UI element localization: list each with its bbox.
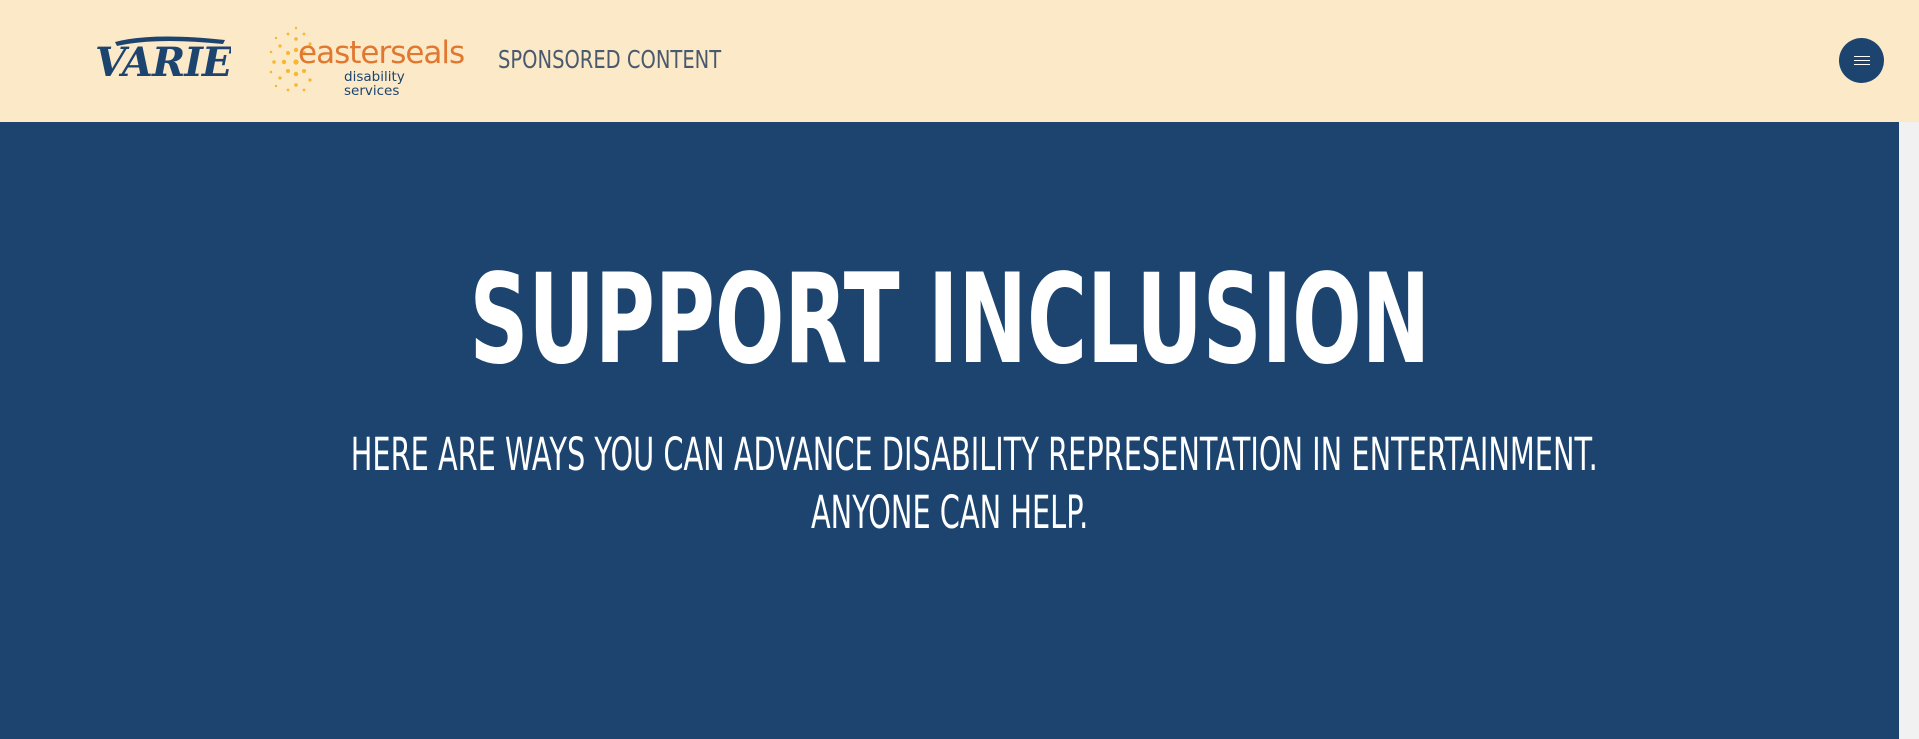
hero-subtitle-line-1-text: HERE ARE WAYS YOU CAN ADVANCE DISABILITY… — [350, 428, 1598, 481]
hero-subtitle-line-2: ANYONE CAN HELP. — [0, 490, 1899, 535]
page-scrollbar[interactable] — [1899, 122, 1919, 739]
variety-logo-text: VARIETY — [95, 39, 231, 84]
easterseals-logo-subtitle: disability services — [344, 69, 405, 99]
hero-section: SUPPORT INCLUSION HERE ARE WAYS YOU CAN … — [0, 122, 1899, 739]
menu-button[interactable] — [1839, 38, 1884, 83]
hamburger-menu-icon — [1853, 55, 1870, 66]
hero-title: SUPPORT INCLUSION — [0, 258, 1899, 382]
site-header: VARIETY — [0, 0, 1919, 122]
easterseals-logo[interactable]: easterseals disability services — [268, 24, 465, 97]
hero-subtitle-line-2-text: ANYONE CAN HELP. — [810, 486, 1089, 539]
easterseals-logo-wordmark: easterseals — [298, 35, 465, 71]
variety-logo[interactable]: VARIETY — [93, 34, 231, 84]
sponsored-content-label: SPONSORED CONTENT — [498, 45, 722, 74]
hero-title-text: SUPPORT INCLUSION — [469, 248, 1430, 392]
hero-subtitle-line-1: HERE ARE WAYS YOU CAN ADVANCE DISABILITY… — [0, 432, 1899, 477]
variety-logo-graphic: VARIETY — [95, 36, 231, 84]
